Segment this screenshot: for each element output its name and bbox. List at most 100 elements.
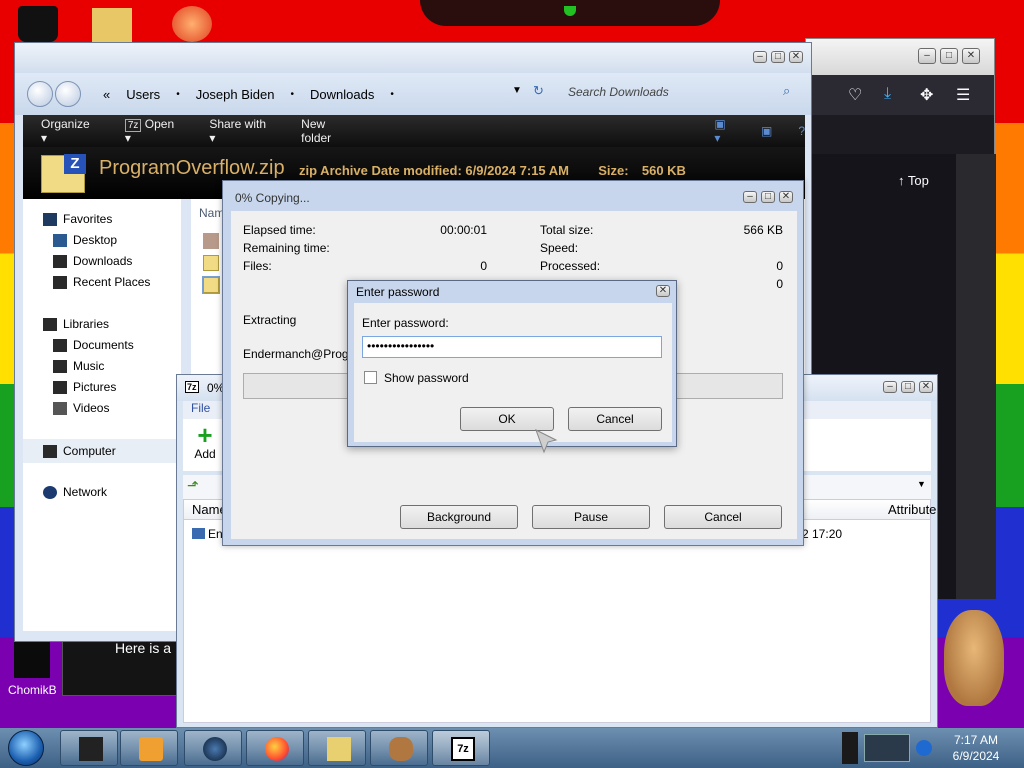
password-dialog-body: Enter password: •••••••••••••••• Show pa… — [354, 303, 672, 442]
view-icon[interactable]: ▣ ▾ — [714, 117, 735, 145]
nav-network[interactable]: Network — [43, 482, 193, 502]
recent-places-icon — [53, 275, 67, 289]
column-header-attributes[interactable]: Attribute — [888, 502, 936, 517]
pocket-icon[interactable]: ♡ — [848, 85, 862, 105]
desktop-icon-folder[interactable] — [92, 8, 132, 44]
zip-file-icon[interactable] — [203, 255, 219, 271]
column-header-name[interactable]: Nam — [199, 206, 224, 220]
nav-downloads[interactable]: Downloads — [53, 251, 203, 271]
breadcrumb-separator-icon: • — [176, 88, 180, 100]
breadcrumb-user[interactable]: Joseph Biden — [196, 87, 275, 102]
pause-button[interactable]: Pause — [532, 505, 650, 529]
7zip-app-icon: 7z — [185, 381, 199, 393]
maximize-icon[interactable]: □ — [901, 381, 915, 393]
maximize-icon[interactable]: □ — [771, 51, 785, 63]
taskbar-button-system[interactable] — [60, 730, 118, 766]
firefox-titlebar: – □ ✕ — [806, 39, 994, 75]
nav-downloads-label: Downloads — [73, 254, 133, 268]
cancel-button[interactable]: Cancel — [568, 407, 662, 431]
nav-computer[interactable]: Computer — [23, 439, 181, 463]
desktop-icon-chomik[interactable] — [14, 642, 50, 678]
date-modified-value: 6/9/2024 7:15 AM — [465, 163, 570, 178]
nav-desktop-label: Desktop — [73, 233, 118, 247]
close-icon[interactable]: ✕ — [919, 381, 933, 393]
minimize-icon[interactable]: – — [743, 191, 757, 203]
tray-app-icon[interactable] — [864, 734, 910, 762]
total-size-value: 566 KB — [743, 223, 783, 237]
password-dialog[interactable]: Enter password ✕ Enter password: •••••••… — [347, 280, 677, 447]
password-dialog-title: Enter password — [356, 285, 440, 299]
close-icon[interactable]: ✕ — [779, 191, 793, 203]
close-icon[interactable]: ✕ — [962, 48, 980, 64]
background-button[interactable]: Background — [400, 505, 518, 529]
taskbar-button-media[interactable] — [120, 730, 178, 766]
back-button[interactable] — [27, 81, 53, 107]
firefox-top-link[interactable]: ↑ Top — [898, 173, 929, 188]
nav-documents[interactable]: Documents — [53, 335, 203, 355]
show-password-checkbox[interactable] — [364, 371, 377, 384]
firefox-scrollbar[interactable] — [956, 154, 996, 599]
forward-button[interactable] — [55, 81, 81, 107]
address-dropdown-icon[interactable]: ▼ — [917, 479, 926, 489]
open-button[interactable]: 7z Open ▾ — [124, 117, 183, 145]
breadcrumb[interactable]: « Users • Joseph Biden • Downloads • — [103, 81, 394, 107]
nav-network-label: Network — [63, 485, 108, 499]
address-dropdown-icon[interactable]: ▼ — [512, 85, 522, 96]
password-input[interactable]: •••••••••••••••• — [362, 336, 662, 358]
nav-music[interactable]: Music — [53, 356, 203, 376]
share-with-button[interactable]: Share with ▾ — [209, 117, 275, 145]
minimize-icon[interactable]: – — [753, 51, 767, 63]
taskbar-button-globe[interactable] — [184, 730, 242, 766]
maximize-icon[interactable]: □ — [761, 191, 775, 203]
desktop-note: Here is a — [62, 636, 182, 696]
up-folder-icon[interactable]: ⬏ — [187, 477, 199, 494]
list-item-name[interactable]: En — [208, 527, 223, 541]
breadcrumb-separator-icon: • — [290, 88, 294, 100]
nav-libraries[interactable]: Libraries — [43, 314, 193, 334]
desktop-icon-media[interactable] — [172, 6, 212, 42]
minimize-icon[interactable]: – — [918, 48, 936, 64]
size-value: 560 KB — [641, 163, 686, 178]
search-icon[interactable]: ⌕ — [783, 83, 790, 99]
close-icon[interactable]: ✕ — [789, 51, 803, 63]
processed-label: Processed: — [540, 259, 601, 273]
menu-file[interactable]: File — [191, 401, 210, 415]
download-icon[interactable]: ⤓ — [884, 85, 891, 103]
tray-overflow-icon[interactable] — [842, 732, 858, 764]
files-value: 0 — [480, 259, 487, 273]
organize-button[interactable]: Organize ▾ — [41, 117, 99, 145]
new-folder-button[interactable]: New folder — [301, 117, 358, 145]
nav-desktop[interactable]: Desktop — [53, 230, 203, 250]
refresh-icon[interactable]: ↻ — [533, 83, 544, 99]
desktop-icon-recycle[interactable] — [18, 6, 58, 42]
processed-value: 0 — [776, 259, 783, 273]
tray-clock[interactable]: 7:17 AM 6/9/2024 — [936, 732, 1016, 764]
navigation-pane: Favorites Desktop Downloads Recent Place… — [23, 199, 181, 631]
taskbar-button-firefox[interactable] — [246, 730, 304, 766]
breadcrumb-downloads[interactable]: Downloads — [310, 87, 374, 102]
search-input[interactable]: Search Downloads — [560, 79, 803, 107]
copying-title: 0% Copying... — [235, 191, 310, 205]
add-button[interactable]: + Add — [189, 422, 221, 467]
file-metadata: zip Archive Date modified: 6/9/2024 7:15… — [299, 163, 686, 178]
start-button[interactable] — [8, 730, 44, 766]
taskbar-button-hamster[interactable] — [370, 730, 428, 766]
taskbar-button-7zip[interactable]: 7z — [432, 730, 490, 766]
nav-favorites[interactable]: Favorites — [43, 209, 193, 229]
close-icon[interactable]: ✕ — [656, 285, 670, 297]
taskbar-button-explorer[interactable] — [308, 730, 366, 766]
breadcrumb-users[interactable]: Users — [126, 87, 160, 102]
clock-time: 7:17 AM — [953, 733, 999, 747]
menu-icon[interactable]: ☰ — [956, 85, 970, 105]
image-file-icon[interactable] — [203, 233, 219, 249]
nav-recent-places[interactable]: Recent Places — [53, 272, 203, 292]
breadcrumb-root-icon: « — [103, 86, 111, 102]
help-icon[interactable]: ? — [798, 124, 805, 138]
extensions-icon[interactable]: ✥ — [920, 85, 933, 105]
maximize-icon[interactable]: □ — [940, 48, 958, 64]
edge-icon[interactable] — [916, 740, 932, 756]
minimize-icon[interactable]: – — [883, 381, 897, 393]
zip-file-icon[interactable] — [202, 276, 220, 294]
preview-pane-icon[interactable]: ▣ — [761, 124, 772, 138]
cancel-button[interactable]: Cancel — [664, 505, 782, 529]
